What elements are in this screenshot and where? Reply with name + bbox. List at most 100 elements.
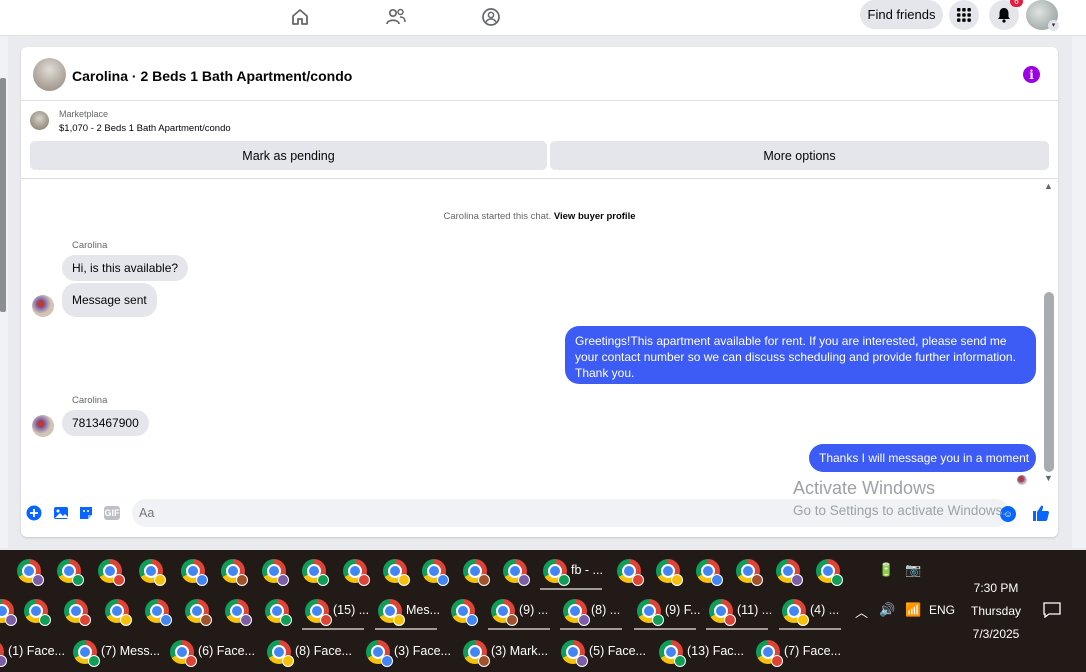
chevron-down-icon[interactable]: ▾ [1048, 20, 1059, 31]
gif-icon[interactable]: GIF [104, 506, 120, 520]
chrome-window-icon[interactable] [543, 559, 570, 586]
chrome-window-icon[interactable] [262, 559, 289, 586]
chrome-window-icon[interactable] [696, 559, 723, 586]
taskbar-window-label[interactable]: (9) ... [519, 603, 548, 617]
emoji-icon[interactable]: ☺ [1000, 506, 1016, 522]
chrome-window-icon[interactable] [656, 559, 683, 586]
outgoing-message[interactable]: Greetings!This apartment available for r… [565, 326, 1036, 384]
taskbar-window-label[interactable]: (3) Face... [394, 644, 451, 658]
mark-as-pending-button[interactable]: Mark as pending [30, 141, 547, 170]
chrome-window-icon[interactable] [181, 559, 208, 586]
info-icon[interactable]: i [1023, 66, 1040, 83]
chrome-window-icon[interactable] [422, 559, 449, 586]
chrome-window-icon[interactable] [378, 599, 405, 626]
taskbar-window-label[interactable]: (1) Face... [8, 644, 65, 658]
clock-day[interactable]: Thursday [950, 604, 1042, 618]
taskbar-window-label[interactable]: (8) Face... [295, 644, 352, 658]
sender-avatar[interactable] [32, 295, 54, 317]
wifi-icon[interactable]: 📶 [905, 602, 921, 618]
taskbar-window-label[interactable]: (8) ... [591, 603, 620, 617]
taskbar-window-label[interactable]: (7) Face... [784, 644, 841, 658]
taskbar-window-label[interactable]: (3) Mark... [491, 644, 548, 658]
chrome-window-icon[interactable] [170, 640, 197, 667]
taskbar-window-label[interactable]: (5) Face... [589, 644, 646, 658]
scroll-down-arrow-icon[interactable]: ▼ [1044, 473, 1053, 483]
chrome-window-icon[interactable] [659, 640, 686, 667]
chrome-window-icon[interactable] [265, 599, 292, 626]
chrome-window-icon[interactable] [463, 640, 490, 667]
chrome-window-icon[interactable] [98, 559, 125, 586]
clock-date[interactable]: 7/3/2025 [950, 627, 1042, 641]
chrome-window-icon[interactable] [782, 599, 809, 626]
chrome-window-icon[interactable] [221, 559, 248, 586]
incoming-message[interactable]: Message sent [62, 283, 157, 317]
chrome-window-icon[interactable] [267, 640, 294, 667]
taskbar-window-label[interactable]: fb - ... [571, 563, 603, 577]
chrome-window-icon[interactable] [736, 559, 763, 586]
chrome-window-icon[interactable] [756, 640, 783, 667]
conversation-title[interactable]: Carolina · 2 Beds 1 Bath Apartment/condo [72, 68, 352, 84]
chrome-window-icon[interactable] [463, 559, 490, 586]
sender-avatar[interactable] [32, 415, 54, 437]
listing-thumbnail[interactable] [30, 111, 49, 130]
listing-price-title[interactable]: $1,070 - 2 Beds 1 Bath Apartment/condo [59, 123, 231, 134]
message-input[interactable] [132, 499, 1010, 527]
plus-circle-icon[interactable] [26, 505, 42, 521]
chrome-window-icon[interactable] [343, 559, 370, 586]
battery-icon[interactable]: 🔋 [878, 562, 894, 578]
chrome-window-icon[interactable] [0, 599, 17, 626]
photo-icon[interactable] [53, 505, 69, 521]
sticker-icon[interactable] [78, 505, 94, 521]
taskbar-window-label[interactable]: (7) Mess... [101, 644, 160, 658]
chrome-window-icon[interactable] [561, 640, 588, 667]
taskbar-window-label[interactable]: (4) ... [810, 603, 839, 617]
taskbar-window-label[interactable]: Mes... [406, 603, 440, 617]
chrome-window-icon[interactable] [637, 599, 664, 626]
taskbar-window-label[interactable]: (15) ... [333, 603, 369, 617]
chrome-window-icon[interactable] [73, 640, 100, 667]
chrome-window-icon[interactable] [451, 599, 478, 626]
chrome-window-icon[interactable] [617, 559, 644, 586]
page-scrollbar[interactable] [1072, 36, 1086, 548]
find-friends-button[interactable]: Find friends [860, 0, 943, 29]
friends-icon[interactable] [383, 4, 409, 30]
chevron-up-icon[interactable]: ︿ [855, 602, 868, 621]
chrome-window-icon[interactable] [503, 559, 530, 586]
chrome-window-icon[interactable] [57, 559, 84, 586]
taskbar-window-label[interactable]: (9) F... [665, 603, 700, 617]
incoming-message[interactable]: 7813467900 [62, 410, 149, 436]
notification-center-icon[interactable] [1043, 602, 1061, 621]
chrome-window-icon[interactable] [816, 559, 843, 586]
chrome-window-icon[interactable] [302, 559, 329, 586]
taskbar-window-label[interactable]: (11) ... [737, 603, 772, 617]
speaker-icon[interactable]: 🔊 [879, 602, 895, 618]
chat-scrollbar-thumb[interactable] [1044, 292, 1054, 472]
chrome-window-icon[interactable] [383, 559, 410, 586]
taskbar-window-label[interactable]: (13) Fac... [687, 644, 744, 658]
view-buyer-profile-link[interactable]: View buyer profile [554, 211, 636, 222]
more-options-button[interactable]: More options [550, 141, 1049, 170]
chrome-window-icon[interactable] [105, 599, 132, 626]
left-scrollbar-thumb[interactable] [0, 78, 6, 312]
chrome-window-icon[interactable] [776, 559, 803, 586]
chrome-window-icon[interactable] [139, 559, 166, 586]
chrome-window-icon[interactable] [145, 599, 172, 626]
contact-avatar[interactable] [33, 58, 66, 91]
camera-icon[interactable]: 📷 [905, 562, 921, 578]
chrome-window-icon[interactable] [709, 599, 736, 626]
outgoing-message[interactable]: Thanks I will message you in a moment [809, 444, 1036, 472]
groups-icon[interactable] [478, 4, 504, 30]
home-icon[interactable] [287, 4, 313, 30]
clock-time[interactable]: 7:30 PM [950, 581, 1042, 595]
scroll-up-arrow-icon[interactable]: ▲ [1044, 181, 1053, 191]
chrome-window-icon[interactable] [24, 599, 51, 626]
chrome-window-icon[interactable] [64, 599, 91, 626]
chrome-window-icon[interactable] [366, 640, 393, 667]
incoming-message[interactable]: Hi, is this available? [62, 255, 189, 281]
chrome-window-icon[interactable] [305, 599, 332, 626]
chrome-window-icon[interactable] [185, 599, 212, 626]
chrome-window-icon[interactable] [225, 599, 252, 626]
menu-grid-icon[interactable] [949, 0, 979, 30]
chrome-window-icon[interactable] [17, 559, 44, 586]
chrome-window-icon[interactable] [0, 640, 7, 667]
